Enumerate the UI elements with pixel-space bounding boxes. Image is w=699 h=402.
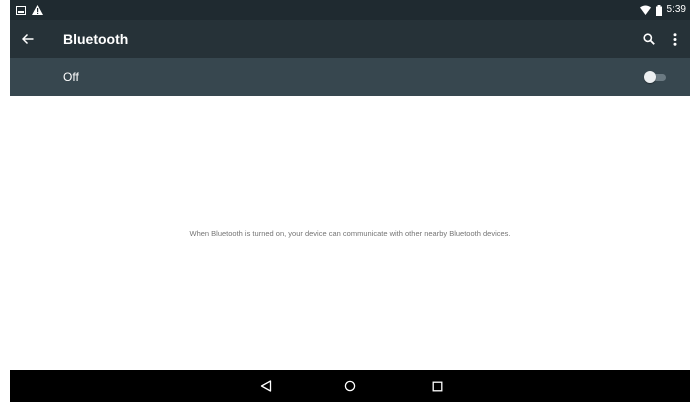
toggle-thumb [644, 71, 656, 83]
status-bar-right: 5:39 [639, 3, 686, 17]
bluetooth-toggle[interactable] [644, 71, 666, 83]
navigation-bar [10, 370, 690, 402]
switch-bar-label: Off [63, 70, 79, 84]
nav-recents-button[interactable] [427, 376, 447, 396]
empty-state-message: When Bluetooth is turned on, your device… [189, 229, 511, 238]
page-title: Bluetooth [63, 31, 129, 47]
bluetooth-switch-bar[interactable]: Off [10, 58, 690, 96]
wifi-icon [639, 5, 651, 15]
search-button[interactable] [638, 28, 660, 50]
nav-back-icon [260, 380, 272, 392]
nav-home-button[interactable] [340, 376, 360, 396]
status-bar: 5:39 [10, 0, 690, 20]
screen: 5:39 Bluetooth Off When Bluetooth is tur… [10, 0, 690, 402]
overflow-menu-button[interactable] [666, 28, 684, 50]
nav-home-icon [344, 380, 356, 392]
back-button[interactable] [16, 27, 40, 51]
arrow-left-icon [22, 33, 34, 45]
toolbar: Bluetooth [10, 20, 690, 58]
warning-icon [32, 5, 43, 15]
more-vert-icon [673, 32, 677, 46]
battery-icon [655, 4, 662, 16]
nav-back-button[interactable] [256, 376, 276, 396]
search-icon [643, 33, 655, 45]
nav-recents-icon [432, 381, 443, 392]
status-bar-left [16, 3, 43, 17]
screenshot-notification-icon [16, 5, 26, 15]
status-time: 5:39 [666, 4, 686, 15]
